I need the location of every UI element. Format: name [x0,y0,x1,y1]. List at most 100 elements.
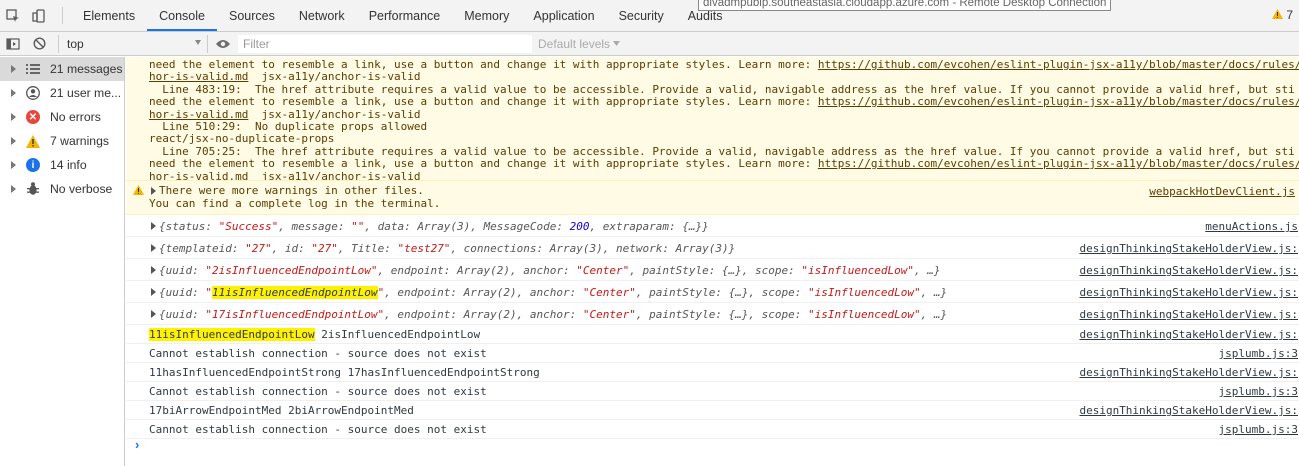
tab-performance[interactable]: Performance [357,0,453,31]
object-preview[interactable]: {status: "Success", message: "", data: A… [159,220,709,233]
warning-count: 7 [1286,8,1293,22]
object-preview[interactable]: {uuid: "11isInfluencedEndpointLow", endp… [159,286,947,299]
source-link[interactable]: menuActions.js [1205,220,1298,233]
filter-placeholder: Filter [243,36,270,51]
warning-line: need the element to resemble a link, use… [149,58,1299,71]
docs-link[interactable]: https://github.com/evcohen/eslint-plugin… [818,58,1299,71]
tab-console[interactable]: Console [147,0,217,31]
sidebar-item-user[interactable]: 21 user me... [0,81,124,105]
source-link[interactable]: webpackHotDevClient.js [1149,185,1295,198]
warning-line: hor-is-valid.md jsx-a11y/anchor-is-valid [149,107,421,121]
source-link[interactable]: designThinkingStakeHolderView.js: [1079,264,1298,277]
context-selector[interactable]: top [58,34,208,53]
tab-elements[interactable]: Elements [71,0,147,31]
log-levels-dropdown[interactable]: Default levels [538,36,621,51]
expand-triangle-icon[interactable] [11,161,16,169]
user-icon [26,86,40,100]
source-link[interactable]: designThinkingStakeHolderView.js: [1079,308,1298,321]
console-messages: need the element to resemble a link, use… [126,57,1299,466]
warning-counter[interactable]: 7 [1272,8,1293,22]
log-text: Cannot establish connection - source doe… [149,423,487,436]
rdp-tooltip: divadmpubip.southeastasia.cloudapp.azure… [698,0,1112,11]
info-icon: i [26,158,40,172]
expand-triangle-icon[interactable] [151,310,156,318]
eslint-warning-message: need the element to resemble a link, use… [126,57,1299,181]
tab-sources[interactable]: Sources [217,0,287,31]
tab-memory[interactable]: Memory [452,0,521,31]
log-row: Cannot establish connection - source doe… [126,420,1299,439]
log-row: {uuid: "17isInfluencedEndpointLow", endp… [126,303,1299,325]
object-preview[interactable]: {uuid: "2isInfluencedEndpointLow", endpo… [159,264,941,277]
source-link[interactable]: designThinkingStakeHolderView.js: [1079,328,1298,341]
expand-triangle-icon[interactable] [11,65,16,73]
log-text: 17biArrowEndpointMed 2biArrowEndpointMed [149,404,414,417]
source-link[interactable]: designThinkingStakeHolderView.js: [1079,286,1298,299]
log-text: 11hasInfluencedEndpointStrong 17hasInflu… [149,366,540,379]
expand-triangle-icon[interactable] [11,89,16,97]
clear-console-icon[interactable] [26,37,52,50]
log-levels-label: Default levels [538,36,611,51]
console-prompt[interactable]: › [135,437,139,452]
log-row: {uuid: "11isInfluencedEndpointLow", endp… [126,281,1299,303]
warning-icon [133,185,144,198]
warning-line: need the element to resemble a link, use… [149,95,1299,108]
source-link[interactable]: jsplumb.js:3 [1219,385,1298,398]
expand-triangle-icon[interactable] [151,187,156,195]
warning-icon [26,134,40,148]
sidebar-item-label: 14 info [50,158,87,172]
more-warnings-line2: You can find a complete log in the termi… [149,197,441,210]
log-row: Cannot establish connection - source doe… [126,344,1299,363]
warning-line: hor-is-valid.md jsx-a11y/anchor-is-valid [149,70,421,84]
docs-link[interactable]: https://github.com/evcohen/eslint-plugin… [818,95,1299,108]
sidebar-item-bug[interactable]: No verbose [0,177,124,201]
docs-link[interactable]: hor-is-valid.md [149,108,248,121]
console-toolbar: top Filter Default levels [0,32,1299,56]
expand-triangle-icon[interactable] [151,222,156,230]
tab-application[interactable]: Application [521,0,606,31]
tab-network[interactable]: Network [287,0,357,31]
warning-line: hor-is-valid.md jsx-a11y/anchor-is-valid [149,169,421,181]
expand-triangle-icon[interactable] [151,244,156,252]
docs-link[interactable]: hor-is-valid.md [149,170,248,180]
log-text: Cannot establish connection - source doe… [149,385,487,398]
log-row: 11hasInfluencedEndpointStrong 17hasInflu… [126,363,1299,382]
list-icon [26,62,40,76]
device-toolbar-icon[interactable] [26,0,52,31]
sidebar-item-error[interactable]: ✕ No errors [0,105,124,129]
log-row: {uuid: "2isInfluencedEndpointLow", endpo… [126,259,1299,281]
log-text: Cannot establish connection - source doe… [149,347,487,360]
warning-line: Line 510:29: No duplicate props allowed [149,120,428,133]
context-value: top [67,36,84,51]
object-preview[interactable]: {templateid: "27", id: "27", Title: "tes… [159,242,735,255]
sidebar-item-list[interactable]: 21 messages [0,57,124,81]
sidebar-item-info[interactable]: i 14 info [0,153,124,177]
expand-triangle-icon[interactable] [11,185,16,193]
log-row: 11isInfluencedEndpointLow 2isInfluencedE… [126,325,1299,344]
expand-triangle-icon[interactable] [11,113,16,121]
more-warnings-message: There were more warnings in other files.… [126,181,1299,215]
chevron-down-icon [195,39,201,45]
tab-security[interactable]: Security [607,0,676,31]
source-link[interactable]: designThinkingStakeHolderView.js: [1079,242,1298,255]
source-link[interactable]: designThinkingStakeHolderView.js: [1079,366,1298,379]
filter-input[interactable]: Filter [238,34,532,53]
docs-link[interactable]: hor-is-valid.md [149,70,248,83]
object-preview[interactable]: {uuid: "17isInfluencedEndpointLow", endp… [159,308,947,321]
sidebar-item-label: 7 warnings [50,134,109,148]
docs-link[interactable]: https://github.com/evcohen/eslint-plugin… [818,157,1299,170]
sidebar-item-warning[interactable]: 7 warnings [0,129,124,153]
live-expression-eye-icon[interactable] [208,39,238,49]
source-link[interactable]: jsplumb.js:3 [1219,423,1298,436]
more-warnings-line1: There were more warnings in other files. [159,184,424,197]
source-link[interactable]: jsplumb.js:3 [1219,347,1298,360]
log-row: Cannot establish connection - source doe… [126,382,1299,401]
expand-triangle-icon[interactable] [151,288,156,296]
expand-triangle-icon[interactable] [11,137,16,145]
warning-line: need the element to resemble a link, use… [149,157,1299,170]
inspect-element-icon[interactable] [0,0,26,31]
show-sidebar-icon[interactable] [0,37,26,50]
error-icon: ✕ [26,110,40,124]
sidebar-item-label: No errors [50,110,101,124]
expand-triangle-icon[interactable] [151,266,156,274]
source-link[interactable]: designThinkingStakeHolderView.js: [1079,404,1298,417]
